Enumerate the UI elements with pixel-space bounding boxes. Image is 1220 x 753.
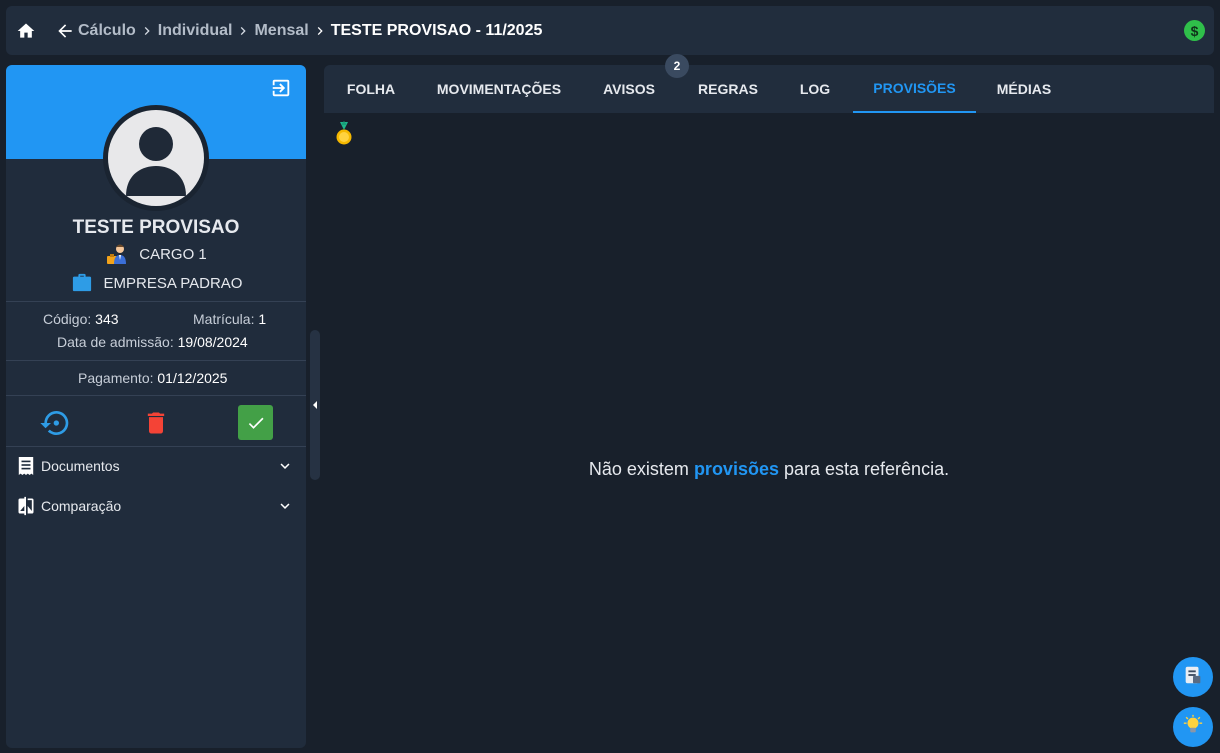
empresa-label: EMPRESA PADRAO [103,274,243,292]
codigo-info: Código: 343 [43,311,119,327]
dollar-circle-icon[interactable]: $ [1184,20,1205,41]
worker-emoji-icon [105,243,129,265]
tips-button[interactable] [1173,707,1213,747]
documentos-label: Documentos [41,458,120,474]
codigo-value: 343 [95,311,119,327]
chevron-right-icon [234,22,252,40]
person-icon [108,110,204,206]
tab-log[interactable]: LOG [778,65,852,113]
collapse-left-icon[interactable] [311,400,319,410]
check-icon[interactable] [238,405,273,440]
matricula-value: 1 [258,311,267,327]
codigo-label: Código: [43,311,92,327]
tab-label: AVISOS [603,81,655,97]
avisos-badge: 2 [665,54,689,78]
arrow-left-icon[interactable] [55,21,75,41]
avatar [103,105,209,211]
divider [6,301,306,302]
action-bar [6,401,306,445]
tab-regras[interactable]: REGRAS [678,65,778,113]
chevron-down-icon [280,503,290,509]
comparacao-section[interactable]: Comparação [6,488,306,524]
matricula-label: Matrícula: [193,311,255,327]
employee-panel: TESTE PROVISAO CARGO 1 EMPRESA PADRAO Có… [6,65,306,748]
tab-avisos[interactable]: AVISOS [580,65,678,113]
admissao-value: 19/08/2024 [177,334,248,350]
chevron-right-icon [311,22,329,40]
cargo-row: CARGO 1 [6,243,306,265]
tab-folha[interactable]: FOLHA [324,65,418,113]
empresa-row: EMPRESA PADRAO [6,272,306,294]
tab-medias[interactable]: MÉDIAS [976,65,1072,113]
briefcase-icon [70,272,94,294]
chevron-right-icon [138,22,156,40]
tab-label: MÉDIAS [996,81,1052,97]
lightbulb-icon [1182,714,1204,741]
comparacao-label: Comparação [41,498,122,514]
report-button[interactable] [1173,657,1213,697]
pagamento-value: 01/12/2025 [157,370,228,386]
tab-bar: FOLHA MOVIMENTAÇÕES AVISOS REGRAS LOG PR… [324,54,1214,113]
report-icon [1182,664,1204,691]
breadcrumb-mensal[interactable]: Mensal [254,22,308,40]
empty-suffix: para esta referência. [778,459,950,479]
divider [6,446,306,447]
divider [6,395,306,396]
tab-label: LOG [799,81,831,97]
empty-highlight: provisões [693,459,779,479]
admissao-info: Data de admissão: 19/08/2024 [57,334,248,350]
empty-prefix: Não existem [588,459,694,479]
empty-state-message: Não existem provisões para esta referênc… [324,459,1214,480]
chevron-down-icon [280,463,290,469]
tab-movimentacoes[interactable]: MOVIMENTAÇÕES [418,65,580,113]
breadcrumb-individual[interactable]: Individual [158,22,233,40]
exit-icon[interactable] [270,77,292,99]
tab-label: REGRAS [698,81,758,97]
tab-label: PROVISÕES [873,80,956,96]
divider [6,360,306,361]
tab-label: FOLHA [346,81,396,97]
cargo-label: CARGO 1 [139,245,207,263]
home-icon[interactable] [16,21,36,41]
page-title: TESTE PROVISAO - 11/2025 [330,21,543,39]
matricula-info: Matrícula: 1 [193,311,266,327]
admissao-label: Data de admissão: [57,334,174,350]
documentos-section[interactable]: Documentos [6,448,306,484]
tab-provisoes[interactable]: PROVISÕES [853,65,976,113]
breadcrumb-calculo[interactable]: Cálculo [78,22,136,40]
pagamento-label: Pagamento: [78,370,154,386]
history-icon[interactable] [37,405,73,441]
employee-name: TESTE PROVISAO [72,217,240,238]
medal-icon[interactable] [334,121,354,147]
tab-label: MOVIMENTAÇÕES [436,81,562,97]
trash-icon[interactable] [138,405,174,441]
pagamento-info: Pagamento: 01/12/2025 [78,370,227,386]
compare-icon [16,496,36,516]
top-bar: Cálculo Individual Mensal TESTE PROVISAO… [6,6,1214,55]
receipt-icon [16,456,36,476]
